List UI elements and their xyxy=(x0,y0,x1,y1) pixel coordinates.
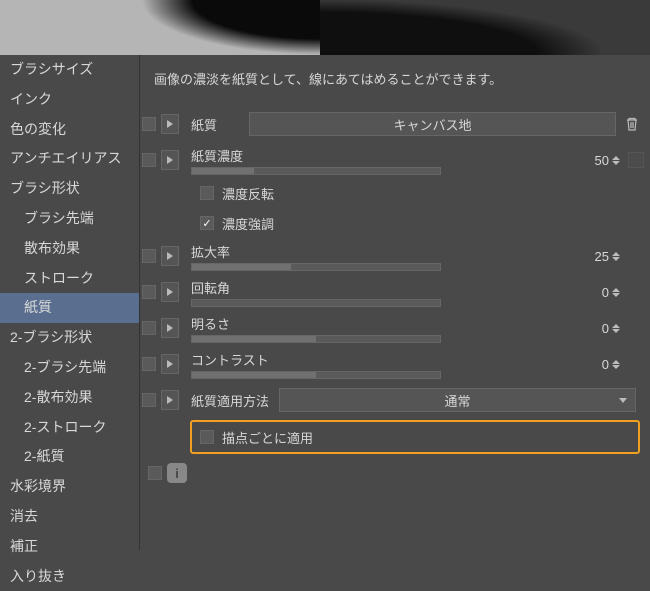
scale-enable-checkbox[interactable] xyxy=(142,249,156,263)
sidebar-item-12[interactable]: 2-ストローク xyxy=(0,413,139,443)
bottom-enable-checkbox[interactable] xyxy=(148,466,162,480)
sidebar-item-14[interactable]: 水彩境界 xyxy=(0,472,139,502)
sidebar-item-16[interactable]: 補正 xyxy=(0,532,139,562)
expand-icon[interactable] xyxy=(161,318,179,338)
trash-icon[interactable] xyxy=(622,113,642,135)
spinner-icon[interactable] xyxy=(612,360,620,369)
spinner-icon[interactable] xyxy=(612,252,620,261)
invert-density-checkbox[interactable] xyxy=(200,186,214,200)
contrast-enable-checkbox[interactable] xyxy=(142,357,156,371)
texture-enable-checkbox[interactable] xyxy=(142,117,156,131)
density-value[interactable]: 50 xyxy=(595,153,609,168)
spinner-icon[interactable] xyxy=(612,288,620,297)
sidebar-item-8[interactable]: 紙質 xyxy=(0,293,139,323)
density-slider[interactable] xyxy=(191,167,441,175)
scale-slider[interactable] xyxy=(191,263,441,271)
sidebar-item-13[interactable]: 2-紙質 xyxy=(0,442,139,472)
brightness-value[interactable]: 0 xyxy=(602,321,609,336)
info-icon[interactable]: i xyxy=(167,463,187,483)
brightness-slider[interactable] xyxy=(191,335,441,343)
link-icon[interactable] xyxy=(628,152,644,168)
expand-icon[interactable] xyxy=(161,354,179,374)
density-label: 紙質濃度 xyxy=(191,146,243,165)
sidebar-item-7[interactable]: ストローク xyxy=(0,264,139,294)
preview-panel-left xyxy=(0,0,320,55)
brightness-enable-checkbox[interactable] xyxy=(142,321,156,335)
apply-per-point-checkbox[interactable] xyxy=(200,430,214,444)
sidebar-item-6[interactable]: 散布効果 xyxy=(0,234,139,264)
apply-method-label: 紙質適用方法 xyxy=(179,391,279,410)
brightness-label: 明るさ xyxy=(191,314,230,333)
contrast-value[interactable]: 0 xyxy=(602,357,609,372)
category-sidebar: ブラシサイズインク色の変化アンチエイリアスブラシ形状ブラシ先端散布効果ストローク… xyxy=(0,55,140,550)
sidebar-item-10[interactable]: 2-ブラシ先端 xyxy=(0,353,139,383)
texture-dropdown[interactable]: キャンバス地 xyxy=(249,112,616,136)
rotation-slider[interactable] xyxy=(191,299,441,307)
sidebar-item-3[interactable]: アンチエイリアス xyxy=(0,144,139,174)
expand-icon[interactable] xyxy=(161,390,179,410)
apply-method-dropdown[interactable]: 通常 xyxy=(279,388,636,412)
brush-preview xyxy=(0,0,650,55)
sidebar-item-15[interactable]: 消去 xyxy=(0,502,139,532)
texture-label: 紙質 xyxy=(179,115,249,134)
apply-per-point-label: 描点ごとに適用 xyxy=(222,428,313,447)
expand-icon[interactable] xyxy=(161,150,179,170)
expand-icon[interactable] xyxy=(161,114,179,134)
spinner-icon[interactable] xyxy=(612,324,620,333)
sidebar-item-1[interactable]: インク xyxy=(0,85,139,115)
rotation-label: 回転角 xyxy=(191,278,230,297)
rotation-enable-checkbox[interactable] xyxy=(142,285,156,299)
highlighted-option: 描点ごとに適用 xyxy=(190,420,640,454)
sidebar-item-17[interactable]: 入り抜き xyxy=(0,562,139,591)
scale-label: 拡大率 xyxy=(191,242,230,261)
scale-value[interactable]: 25 xyxy=(595,249,609,264)
sidebar-item-9[interactable]: 2-ブラシ形状 xyxy=(0,323,139,353)
density-enable-checkbox[interactable] xyxy=(142,153,156,167)
contrast-slider[interactable] xyxy=(191,371,441,379)
expand-icon[interactable] xyxy=(161,246,179,266)
invert-density-label: 濃度反転 xyxy=(222,184,274,203)
spinner-icon[interactable] xyxy=(612,156,620,165)
sidebar-item-4[interactable]: ブラシ形状 xyxy=(0,174,139,204)
contrast-label: コントラスト xyxy=(191,350,269,369)
emphasize-density-label: 濃度強調 xyxy=(222,214,274,233)
rotation-value[interactable]: 0 xyxy=(602,285,609,300)
description-text: 画像の濃淡を紙質として、線にあてはめることができます。 xyxy=(140,55,650,106)
emphasize-density-checkbox[interactable]: ✓ xyxy=(200,216,214,230)
settings-content: 画像の濃淡を紙質として、線にあてはめることができます。 紙質 キャンバス地 紙質… xyxy=(140,55,650,550)
sidebar-item-11[interactable]: 2-散布効果 xyxy=(0,383,139,413)
sidebar-item-2[interactable]: 色の変化 xyxy=(0,115,139,145)
expand-icon[interactable] xyxy=(161,282,179,302)
sidebar-item-5[interactable]: ブラシ先端 xyxy=(0,204,139,234)
sidebar-item-0[interactable]: ブラシサイズ xyxy=(0,55,139,85)
preview-panel-right xyxy=(320,0,650,55)
apply-method-enable-checkbox[interactable] xyxy=(142,393,156,407)
